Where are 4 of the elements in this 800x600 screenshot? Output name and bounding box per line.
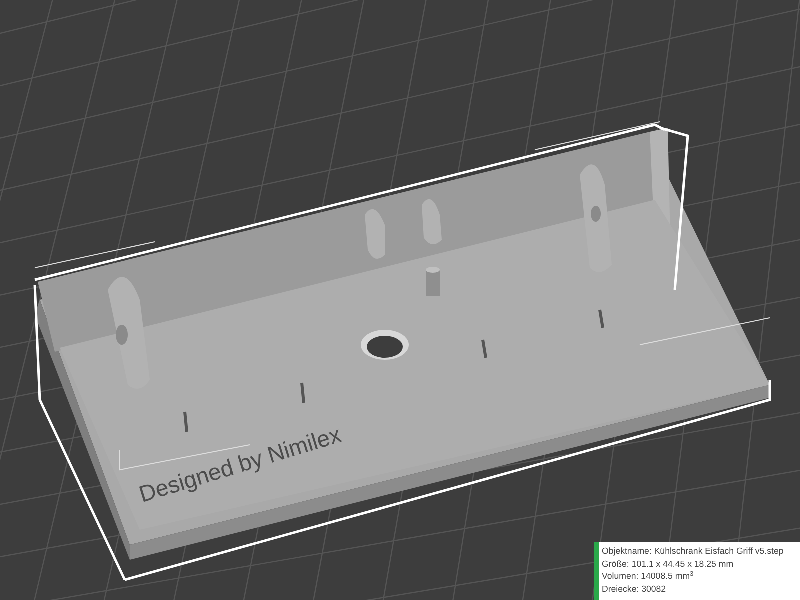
info-line: Dreiecke: 30082 <box>602 582 668 595</box>
info-line: Objektname: Kühlschrank Eisfach Griff v5.step <box>602 545 785 558</box>
info-line: Volumen: 14008.5 mm$^{3}$ <box>602 570 695 582</box>
info-line: Größe: 101.1 x 44.45 x 18.25 mm <box>602 558 735 570</box>
